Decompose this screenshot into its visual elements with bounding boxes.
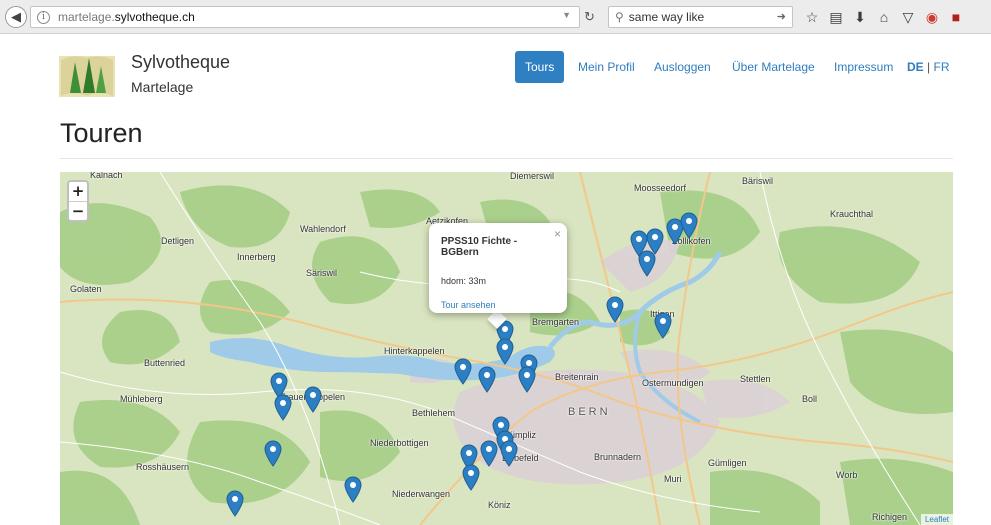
nav-mein-profil[interactable]: Mein Profil	[578, 51, 635, 83]
arrow-right-icon[interactable]: ➜	[777, 10, 786, 23]
place-label: Rosshäusern	[136, 462, 190, 472]
place-label: Boll	[802, 394, 818, 404]
download-icon[interactable]: ⬇	[848, 7, 872, 27]
place-label: Niederwangen	[392, 489, 451, 499]
place-label: Diemerswil	[510, 172, 555, 181]
browser-toolbar-icons: ☆ ▤ ⬇ ⌂ ▽ ◉ ■	[800, 7, 968, 27]
place-label: Detligen	[161, 236, 195, 246]
place-label: Moosseedorf	[634, 183, 687, 193]
search-icon: ⚲	[615, 10, 624, 24]
pdf-icon[interactable]: ■	[944, 7, 968, 27]
lang-separator: |	[927, 60, 931, 74]
clipboard-icon[interactable]: ▤	[824, 7, 848, 27]
place-label: Bethlehem	[412, 408, 456, 418]
main-nav: Tours Mein Profil Ausloggen Über Martela…	[0, 51, 991, 83]
place-label: Mühleberg	[120, 394, 163, 404]
map-marker-icon[interactable]	[680, 212, 698, 239]
search-value: same way like	[628, 10, 705, 24]
map-marker-icon[interactable]	[496, 338, 514, 365]
map-marker-icon[interactable]	[606, 296, 624, 323]
map-marker-icon[interactable]	[264, 440, 282, 467]
city-label-bern: BERN	[568, 406, 611, 418]
browser-toolbar: ◀ i martelage. sylvotheque.ch ▼ ↻ ⚲ same …	[0, 0, 991, 34]
tour-ansehen-link[interactable]: Tour ansehen	[441, 300, 555, 310]
place-label: Gümligen	[708, 458, 747, 468]
map-marker-icon[interactable]	[518, 366, 536, 393]
map-marker-icon[interactable]	[478, 366, 496, 393]
place-label: Säriswil	[306, 268, 338, 278]
shield-icon[interactable]: ◉	[920, 7, 944, 27]
info-icon[interactable]: i	[37, 10, 50, 24]
home-icon[interactable]: ⌂	[872, 7, 896, 27]
nav-impressum[interactable]: Impressum	[834, 51, 893, 83]
place-label: Ostermundigen	[642, 378, 704, 388]
zoom-in-button[interactable]: +	[69, 182, 87, 201]
place-label: Köniz	[488, 500, 511, 510]
place-label: Buttenried	[144, 358, 186, 368]
zoom-control: + −	[67, 180, 89, 222]
place-label: Golaten	[70, 284, 102, 294]
url-host: sylvotheque.ch	[114, 10, 195, 24]
place-label: Niederbottigen	[370, 438, 429, 448]
map-marker-icon[interactable]	[304, 386, 322, 413]
place-label: Worb	[836, 470, 858, 480]
attribution-link[interactable]: Leaflet	[920, 514, 953, 525]
map-marker-icon[interactable]	[480, 440, 498, 467]
map-popup: × PPSS10 Fichte - BGBern hdom: 33m Tour …	[429, 223, 567, 313]
lang-de[interactable]: DE	[907, 60, 924, 74]
map-marker-icon[interactable]	[274, 394, 292, 421]
place-label: Innerberg	[237, 252, 276, 262]
map-marker-icon[interactable]	[226, 490, 244, 517]
place-label: Breitenrain	[555, 372, 599, 382]
place-label: Stettlen	[740, 374, 771, 384]
place-label: Bäriswil	[742, 176, 774, 186]
map-marker-icon[interactable]	[454, 358, 472, 385]
place-label: Brunnadern	[594, 452, 642, 462]
arrow-left-icon: ◀	[11, 9, 21, 24]
place-label: Kalnach	[90, 172, 123, 180]
chevron-down-icon[interactable]: ▼	[562, 10, 571, 20]
place-label: Bremgarten	[532, 317, 580, 327]
place-label: Hinterkappelen	[384, 346, 445, 356]
reload-icon[interactable]: ↻	[584, 9, 595, 25]
page-title: Touren	[60, 118, 143, 148]
back-button[interactable]: ◀	[5, 6, 27, 28]
place-label: Krauchthal	[830, 209, 874, 219]
title-divider	[60, 158, 953, 159]
nav-ausloggen[interactable]: Ausloggen	[654, 51, 711, 83]
close-icon[interactable]: ×	[554, 227, 561, 241]
map-marker-icon[interactable]	[500, 440, 518, 467]
place-label: Richigen	[872, 512, 908, 522]
lang-fr[interactable]: FR	[933, 60, 949, 74]
pocket-icon[interactable]: ▽	[896, 7, 920, 27]
place-label: Wahlendorf	[300, 224, 346, 234]
search-input[interactable]: ⚲ same way like ➜	[608, 6, 793, 28]
zoom-out-button[interactable]: −	[69, 201, 87, 220]
map-marker-icon[interactable]	[654, 312, 672, 339]
nav-ueber-martelage[interactable]: Über Martelage	[732, 51, 815, 83]
map-marker-icon[interactable]	[344, 476, 362, 503]
map-marker-icon[interactable]	[638, 250, 656, 277]
popup-title: PPSS10 Fichte - BGBern	[441, 236, 518, 258]
tours-map[interactable]: + − Kalnach Diemerswil Moosseedorf Bäris…	[60, 172, 953, 525]
url-bar[interactable]: i martelage. sylvotheque.ch ▼	[30, 6, 580, 28]
language-switcher: DE | FR	[907, 51, 949, 83]
url-domain: martelage.	[58, 10, 115, 24]
map-marker-icon[interactable]	[462, 464, 480, 491]
place-label: Muri	[664, 474, 682, 484]
nav-tours[interactable]: Tours	[515, 51, 565, 83]
star-icon[interactable]: ☆	[800, 7, 824, 27]
popup-text: hdom: 33m	[441, 276, 487, 286]
